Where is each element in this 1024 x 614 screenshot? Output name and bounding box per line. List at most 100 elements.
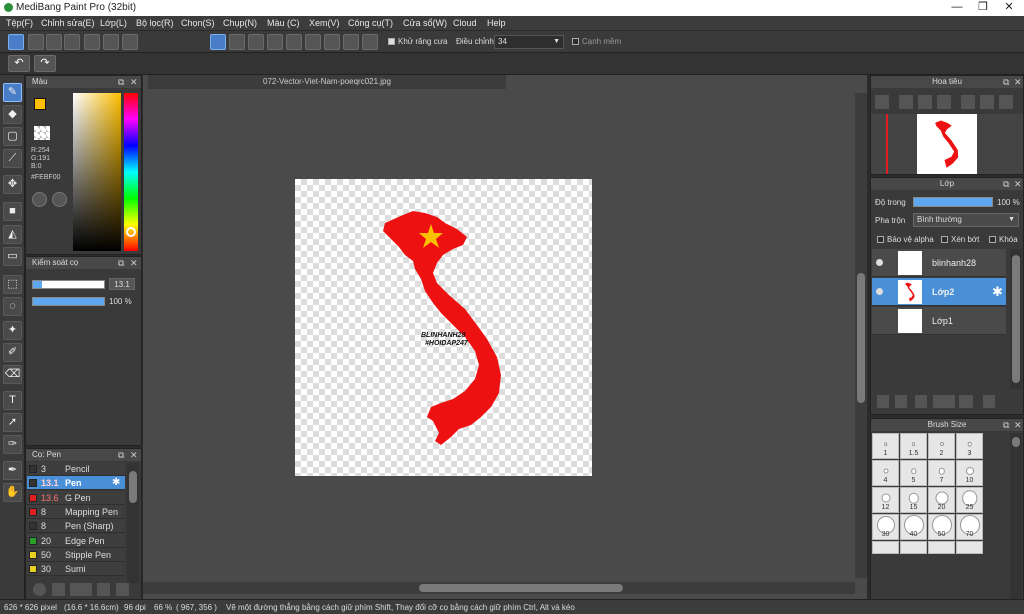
chat-icon[interactable] bbox=[64, 34, 80, 50]
saturation-value-picker[interactable] bbox=[73, 93, 121, 251]
brush-size-cell[interactable]: 1 bbox=[872, 433, 899, 459]
visibility-icon[interactable] bbox=[876, 259, 883, 266]
brush-size-cell[interactable]: 20 bbox=[928, 487, 955, 513]
settings-snap-icon[interactable] bbox=[362, 34, 378, 50]
detach-icon[interactable]: ⧉ bbox=[118, 449, 124, 461]
delete-layer-icon[interactable] bbox=[983, 395, 995, 408]
cross-snap-icon[interactable] bbox=[248, 34, 264, 50]
brush-list-item[interactable]: 30 Sumi bbox=[27, 562, 125, 577]
menu-help[interactable]: Help bbox=[487, 18, 506, 28]
close-panel-icon[interactable]: ✕ bbox=[130, 76, 138, 88]
menu-tools[interactable]: Công cụ(T) bbox=[348, 18, 393, 28]
duplicate-layer-icon[interactable] bbox=[915, 395, 927, 408]
fit-icon[interactable] bbox=[918, 95, 932, 109]
brush-list-item[interactable]: 13.6 G Pen bbox=[27, 490, 125, 505]
menu-filter[interactable]: Bộ lọc(R) bbox=[136, 18, 174, 28]
gradient-tool-icon[interactable]: ▭ bbox=[3, 247, 22, 266]
upload-icon[interactable] bbox=[28, 34, 44, 50]
zoom-out-icon[interactable] bbox=[937, 95, 951, 109]
layer-row[interactable]: blinhanh28 bbox=[872, 249, 1006, 277]
brush-size-cell[interactable]: 50 bbox=[928, 514, 955, 540]
brush-size-slider[interactable] bbox=[32, 280, 105, 289]
brush-new-icon[interactable] bbox=[52, 583, 65, 596]
document-icon[interactable] bbox=[84, 34, 100, 50]
menu-cloud[interactable]: Cloud bbox=[453, 18, 477, 28]
clipping-checkbox[interactable]: Xén bớt bbox=[941, 235, 979, 244]
vanishing-snap-icon[interactable] bbox=[267, 34, 283, 50]
lock-checkbox[interactable]: Khóa bbox=[989, 235, 1018, 244]
brush-list-scrollbar[interactable] bbox=[127, 463, 139, 583]
rotate-left-icon[interactable] bbox=[961, 95, 975, 109]
brush-size-cell[interactable]: 10 bbox=[956, 460, 983, 486]
new-halftone-layer-icon[interactable] bbox=[895, 395, 907, 408]
redo-icon[interactable]: ↷ bbox=[34, 55, 56, 72]
layer-row[interactable]: Lớp1 bbox=[872, 307, 1006, 335]
brush-size-cell[interactable] bbox=[928, 541, 955, 554]
canvas-horizontal-scrollbar[interactable] bbox=[143, 582, 855, 594]
menu-snap[interactable]: Chụp(N) bbox=[223, 18, 257, 28]
brush-list-item[interactable]: 13.1 Pen ✱ bbox=[27, 476, 125, 491]
menu-view[interactable]: Xem(V) bbox=[309, 18, 340, 28]
menu-file[interactable]: Tệp(F) bbox=[6, 18, 33, 28]
brush-list-item[interactable]: 8 Pen (Sharp) bbox=[27, 519, 125, 534]
bucket-tool-icon[interactable]: ◭ bbox=[3, 225, 22, 244]
canvas-vertical-scrollbar[interactable] bbox=[855, 93, 867, 578]
curve-snap-icon[interactable] bbox=[324, 34, 340, 50]
brush-size-cell[interactable]: 2 bbox=[928, 433, 955, 459]
select-eraser-tool-icon[interactable]: ⌫ bbox=[3, 365, 22, 384]
palette-icon[interactable] bbox=[32, 192, 47, 207]
detach-icon[interactable]: ⧉ bbox=[118, 257, 124, 269]
brush-size-cell[interactable] bbox=[872, 541, 899, 554]
blend-mode-dropdown[interactable]: Bình thường ▼ bbox=[913, 213, 1019, 227]
transparent-color-swatch[interactable] bbox=[34, 126, 50, 140]
brush-menu-icon[interactable] bbox=[70, 583, 92, 596]
layer-row[interactable]: Lớp2 ✱ bbox=[872, 278, 1006, 306]
menu-select[interactable]: Chọn(S) bbox=[181, 18, 215, 28]
flip-icon[interactable] bbox=[980, 95, 994, 109]
brush-size-cell[interactable]: 3 bbox=[956, 433, 983, 459]
navigator-preview[interactable] bbox=[871, 114, 1023, 174]
detach-icon[interactable]: ⧉ bbox=[1003, 178, 1009, 190]
brush-list-item[interactable]: 3 Pencil bbox=[27, 462, 125, 476]
close-panel-icon[interactable]: ✕ bbox=[1014, 76, 1022, 88]
snap-off-icon[interactable] bbox=[210, 34, 226, 50]
hand-tool-icon[interactable]: ✋ bbox=[3, 483, 22, 502]
brush-folder-icon[interactable] bbox=[116, 583, 129, 596]
close-panel-icon[interactable]: ✕ bbox=[1014, 178, 1022, 190]
layer-menu-icon[interactable] bbox=[933, 395, 955, 408]
brush-size-cell[interactable]: 4 bbox=[872, 460, 899, 486]
rectangle-tool-icon[interactable]: ▢ bbox=[3, 127, 22, 146]
brush-tool-icon[interactable]: ✎ bbox=[3, 83, 22, 102]
brush-size-cell[interactable] bbox=[900, 541, 927, 554]
panels-icon[interactable] bbox=[122, 34, 138, 50]
brush-copy-icon[interactable] bbox=[97, 583, 110, 596]
menu-layer[interactable]: Lớp(L) bbox=[100, 18, 127, 28]
brush-size-scrollbar[interactable] bbox=[1010, 433, 1022, 599]
eyedropper-tool-icon[interactable]: ✑ bbox=[3, 435, 22, 454]
lasso-tool-icon[interactable]: ◌ bbox=[3, 297, 22, 316]
brush-size-cell[interactable]: 40 bbox=[900, 514, 927, 540]
rotate-right-icon[interactable] bbox=[999, 95, 1013, 109]
dot-tool-icon[interactable]: ⟋ bbox=[3, 149, 22, 168]
brush-size-cell[interactable]: 70 bbox=[956, 514, 983, 540]
soft-edge-checkbox[interactable]: Cạnh mềm bbox=[572, 37, 621, 46]
undo-icon[interactable]: ↶ bbox=[8, 55, 30, 72]
menu-edit[interactable]: Chỉnh sửa(E) bbox=[41, 18, 95, 28]
operation-tool-icon[interactable]: ➚ bbox=[3, 413, 22, 432]
close-panel-icon[interactable]: ✕ bbox=[130, 449, 138, 461]
radial-snap-icon[interactable] bbox=[286, 34, 302, 50]
menu-window[interactable]: Cửa sổ(W) bbox=[403, 18, 447, 28]
visibility-icon[interactable] bbox=[876, 288, 883, 295]
menu-color[interactable]: Màu (C) bbox=[267, 18, 300, 28]
brush-list-item[interactable]: 20 Edge Pen bbox=[27, 533, 125, 548]
drawing-canvas[interactable]: BLINHANH28 #HOIDAP247 bbox=[295, 179, 592, 476]
brush-size-cell[interactable]: 25 bbox=[956, 487, 983, 513]
close-panel-icon[interactable]: ✕ bbox=[1014, 419, 1022, 431]
select-tool-icon[interactable]: ⬚ bbox=[3, 275, 22, 294]
gear-icon[interactable]: ✱ bbox=[992, 284, 1003, 300]
circle-snap-icon[interactable] bbox=[305, 34, 321, 50]
grid-icon[interactable] bbox=[103, 34, 119, 50]
gear-icon[interactable]: ✱ bbox=[112, 476, 120, 490]
brush-size-cell[interactable]: 15 bbox=[900, 487, 927, 513]
brush-opacity-slider[interactable] bbox=[32, 297, 105, 306]
